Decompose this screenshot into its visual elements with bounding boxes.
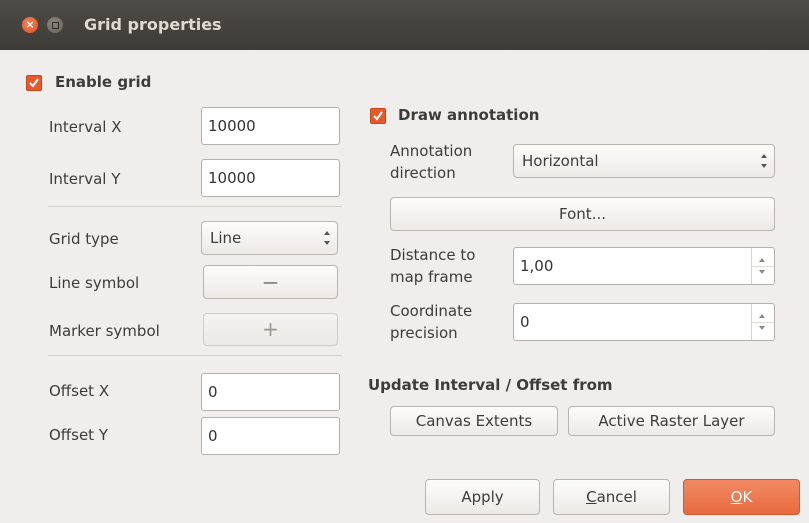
distance-label: Distance to map frame [390,244,475,288]
offset-y-input[interactable]: 0 [201,417,340,455]
cancel-label: ancel [596,488,637,506]
precision-label-line2: precision [390,324,458,342]
distance-spinbox[interactable]: 1,00 [513,247,775,285]
distance-label-line1: Distance to [390,246,476,264]
precision-spinbox[interactable]: 0 [513,303,775,341]
distance-label-line2: map frame [390,268,473,286]
distance-value: 1,00 [520,257,554,275]
precision-value: 0 [520,313,530,331]
ok-label: K [742,488,753,506]
divider [48,355,342,356]
interval-x-label: Interval X [49,118,122,136]
grid-type-select[interactable]: Line [201,221,338,255]
ok-mnemonic: O [730,488,743,506]
window-title: Grid properties [84,15,222,34]
grid-type-value: Line [210,229,242,247]
enable-grid-checkbox[interactable] [26,75,42,91]
increment-icon[interactable] [759,314,765,318]
divider [48,206,342,207]
draw-annotation-label[interactable]: Draw annotation [398,105,539,125]
grid-type-label: Grid type [49,230,119,248]
apply-button[interactable]: Apply [425,479,540,515]
enable-grid-label[interactable]: Enable grid [55,72,151,92]
offset-y-label: Offset Y [49,426,108,444]
title-bar: × Grid properties [0,0,809,50]
interval-y-input[interactable]: 10000 [201,159,340,197]
active-raster-layer-button[interactable]: Active Raster Layer [568,406,775,436]
draw-annotation-checkbox[interactable] [370,108,386,124]
update-heading: Update Interval / Offset from [368,376,613,394]
minimize-icon[interactable] [47,17,63,33]
spinbox-arrows[interactable] [751,304,774,340]
line-symbol-preview: — [263,273,278,291]
line-symbol-label: Line symbol [49,274,140,292]
cancel-button[interactable]: Cancel [553,479,670,515]
precision-label: Coordinate precision [390,300,472,344]
marker-symbol-preview: + [262,317,279,341]
marker-symbol-label: Marker symbol [49,322,160,340]
annotation-direction-label: Annotation direction [390,140,472,184]
font-button[interactable]: Font... [390,197,775,231]
close-icon[interactable]: × [22,17,38,33]
cancel-mnemonic: C [586,488,597,506]
spinbox-arrows[interactable] [751,248,774,284]
decrement-icon[interactable] [759,270,765,274]
canvas-extents-button[interactable]: Canvas Extents [390,406,558,436]
chevron-updown-icon [323,231,331,245]
annotation-direction-select[interactable]: Horizontal [513,144,775,178]
offset-x-input[interactable]: 0 [201,373,340,411]
annotation-direction-label-line1: Annotation [390,142,473,160]
increment-icon[interactable] [759,258,765,262]
ok-button[interactable]: OK [683,479,800,515]
annotation-direction-value: Horizontal [522,152,599,170]
marker-symbol-button[interactable]: + [203,313,338,346]
checkmark-icon [29,78,39,88]
line-symbol-button[interactable]: — [203,265,338,299]
annotation-direction-label-line2: direction [390,164,456,182]
checkmark-icon [373,111,383,121]
chevron-updown-icon [760,154,768,168]
interval-y-label: Interval Y [49,170,121,188]
decrement-icon[interactable] [759,326,765,330]
offset-x-label: Offset X [49,382,110,400]
interval-x-input[interactable]: 10000 [201,107,340,145]
precision-label-line1: Coordinate [390,302,473,320]
